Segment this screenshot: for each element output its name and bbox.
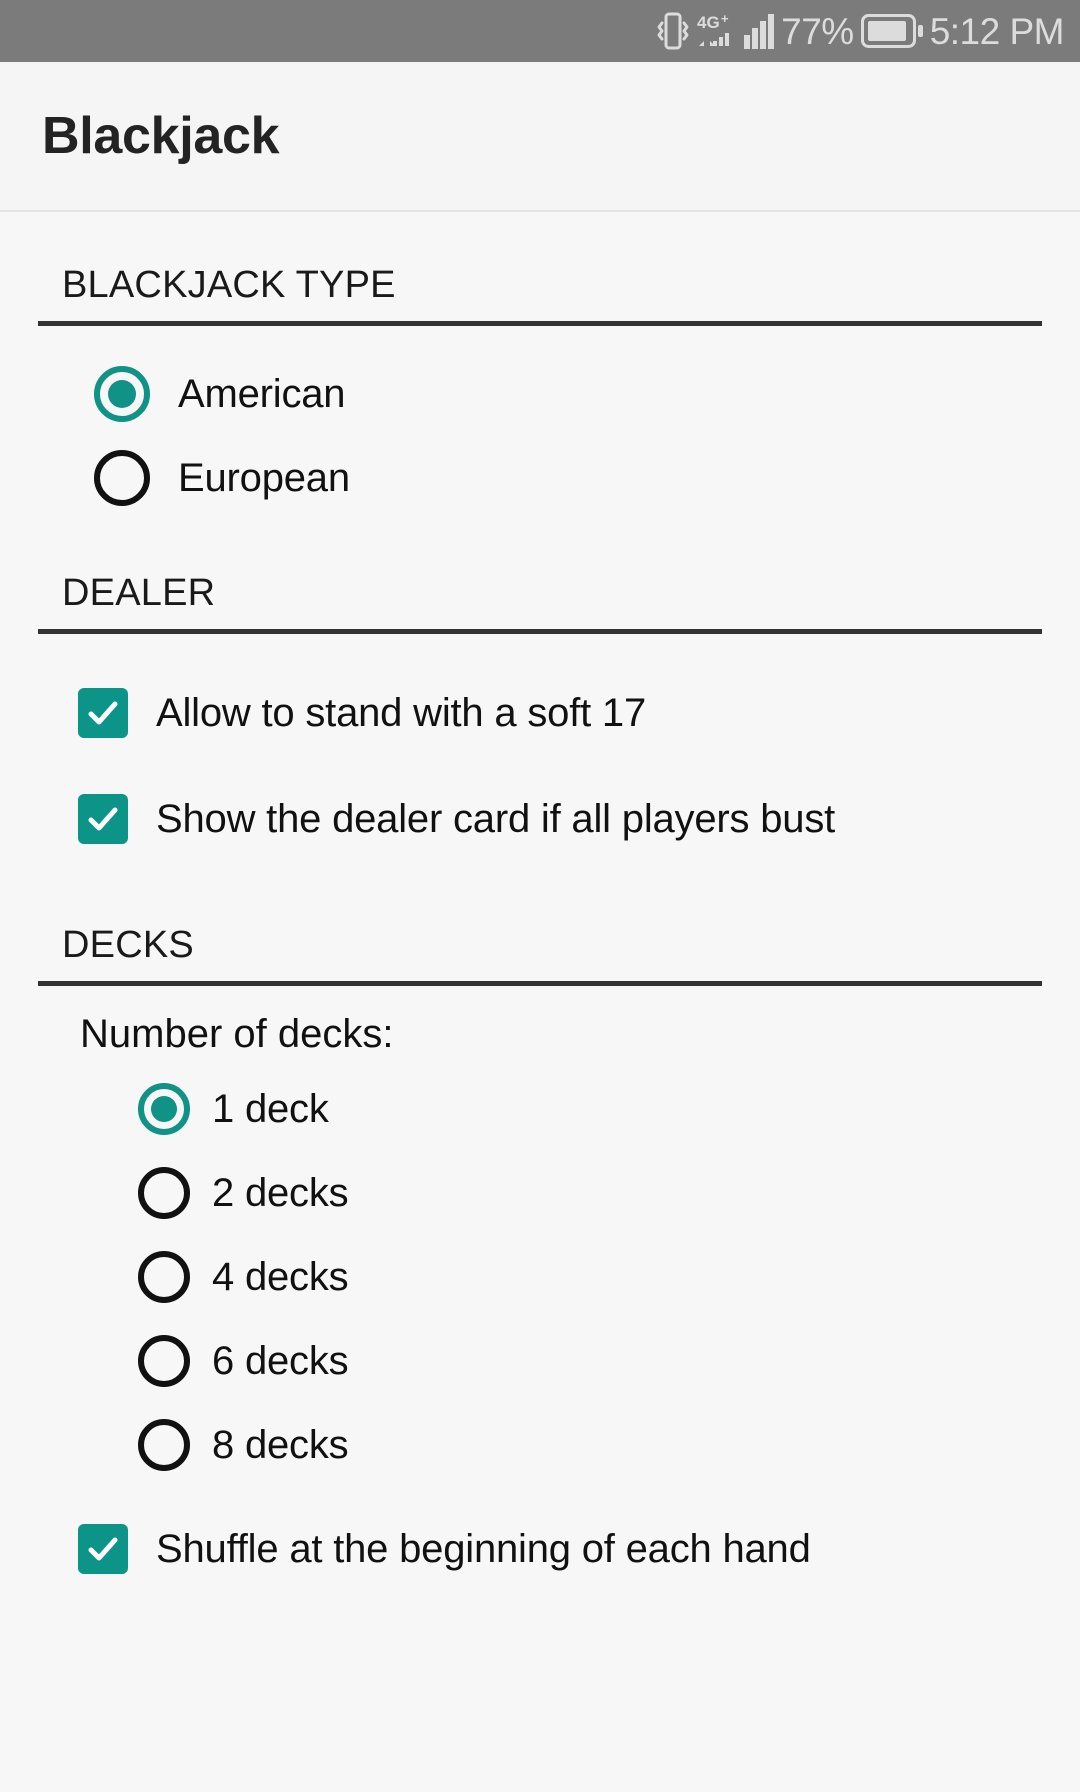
battery-percent-label: 77% <box>781 10 854 52</box>
radio-label-6-decks: 6 decks <box>212 1338 349 1383</box>
radio-option-4-decks[interactable]: 4 decks <box>38 1235 1042 1319</box>
network-4g-plus-icon: 4G + <box>697 10 737 52</box>
section-header-dealer: DEALER <box>62 572 216 614</box>
battery-icon <box>860 14 923 48</box>
svg-text:+: + <box>721 11 729 26</box>
decks-body: Number of decks: 1 deck 2 decks 4 decks … <box>38 986 1042 1597</box>
checkbox-option-show-dealer-card[interactable]: Show the dealer card if all players bust <box>38 766 1042 872</box>
radio-icon-american[interactable] <box>94 366 150 422</box>
radio-label-8-decks: 8 decks <box>212 1422 349 1467</box>
radio-option-1-deck[interactable]: 1 deck <box>38 1067 1042 1151</box>
vibrate-icon <box>656 11 690 51</box>
checkbox-icon-soft-17[interactable] <box>78 688 128 738</box>
section-decks: DECKS Number of decks: 1 deck 2 decks 4 … <box>38 872 1042 1597</box>
radio-icon-4-decks[interactable] <box>138 1251 190 1303</box>
radio-option-american[interactable]: American <box>38 352 1042 436</box>
clock-label: 5:12 PM <box>929 10 1065 52</box>
checkbox-option-shuffle[interactable]: Shuffle at the beginning of each hand <box>38 1501 1042 1597</box>
checkbox-icon-shuffle[interactable] <box>78 1524 128 1574</box>
radio-icon-8-decks[interactable] <box>138 1419 190 1471</box>
radio-label-1-deck: 1 deck <box>212 1086 329 1131</box>
dealer-options-group: Allow to stand with a soft 17 Show the d… <box>38 634 1042 872</box>
radio-option-2-decks[interactable]: 2 decks <box>38 1151 1042 1235</box>
app-bar: Blackjack <box>0 62 1080 212</box>
section-blackjack-type: BLACKJACK TYPE American European <box>38 212 1042 520</box>
radio-label-2-decks: 2 decks <box>212 1170 349 1215</box>
number-of-decks-label: Number of decks: <box>80 1012 394 1056</box>
radio-option-6-decks[interactable]: 6 decks <box>38 1319 1042 1403</box>
radio-icon-2-decks[interactable] <box>138 1167 190 1219</box>
radio-icon-1-deck[interactable] <box>138 1083 190 1135</box>
radio-icon-european[interactable] <box>94 450 150 506</box>
signal-bars-icon <box>744 11 775 51</box>
checkbox-label-soft-17: Allow to stand with a soft 17 <box>156 690 647 735</box>
svg-text:4G: 4G <box>697 13 720 32</box>
section-header-decks: DECKS <box>62 924 194 966</box>
radio-label-european: European <box>178 455 350 500</box>
radio-option-european[interactable]: European <box>38 436 1042 520</box>
status-bar-icons: 4G + 77% 5:12 PM <box>656 10 1065 52</box>
section-dealer: DEALER Allow to stand with a soft 17 Sho… <box>38 520 1042 872</box>
checkbox-icon-show-dealer-card[interactable] <box>78 794 128 844</box>
checkbox-label-shuffle: Shuffle at the beginning of each hand <box>156 1526 811 1571</box>
settings-content: BLACKJACK TYPE American European DEALER … <box>0 212 1080 1792</box>
checkbox-option-soft-17[interactable]: Allow to stand with a soft 17 <box>38 660 1042 766</box>
radio-label-4-decks: 4 decks <box>212 1254 349 1299</box>
radio-option-8-decks[interactable]: 8 decks <box>38 1403 1042 1487</box>
radio-icon-6-decks[interactable] <box>138 1335 190 1387</box>
radio-label-american: American <box>178 371 346 416</box>
page-title: Blackjack <box>42 107 280 165</box>
blackjack-type-radio-group: American European <box>38 326 1042 520</box>
deck-count-radio-group: 1 deck 2 decks 4 decks 6 decks 8 decks <box>38 1067 1042 1487</box>
section-header-blackjack-type: BLACKJACK TYPE <box>62 264 396 306</box>
status-bar: 4G + 77% 5:12 PM <box>0 0 1080 62</box>
checkbox-label-show-dealer-card: Show the dealer card if all players bust <box>156 796 836 841</box>
